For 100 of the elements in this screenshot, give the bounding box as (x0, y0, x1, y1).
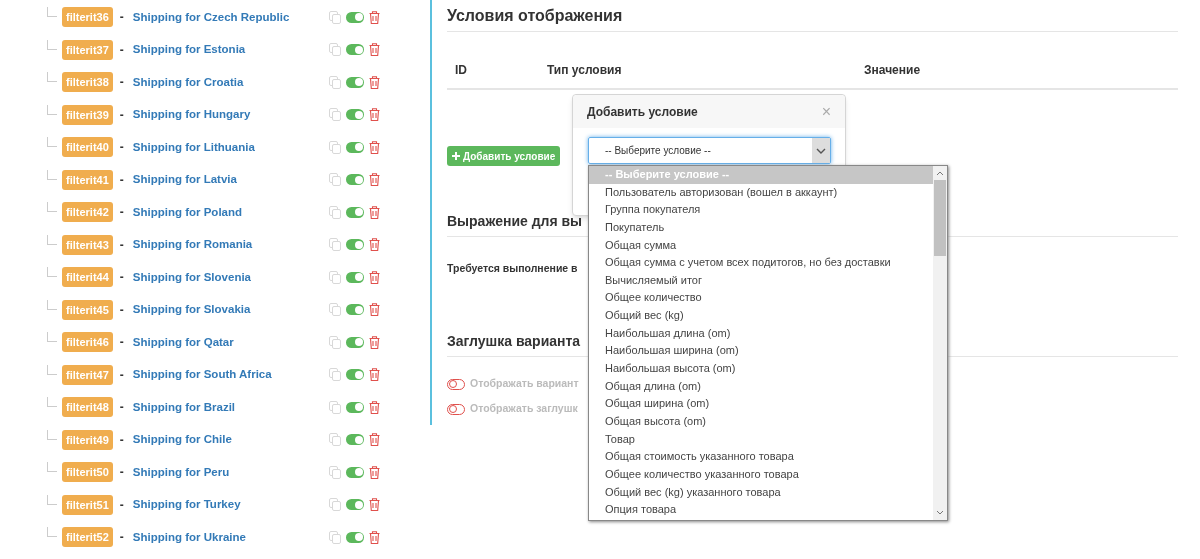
trash-icon[interactable] (368, 433, 380, 447)
toggle-switch[interactable] (345, 174, 364, 186)
copy-icon[interactable] (328, 43, 341, 57)
copy-icon[interactable] (328, 465, 341, 479)
copy-icon[interactable] (328, 75, 341, 89)
toggle-switch[interactable] (345, 401, 364, 413)
copy-icon[interactable] (328, 10, 341, 24)
toggle-switch[interactable] (345, 76, 364, 88)
filter-name-link[interactable]: Shipping for Peru (132, 463, 329, 481)
copy-icon[interactable] (328, 433, 341, 447)
copy-icon[interactable] (328, 498, 341, 512)
toggle-switch[interactable] (345, 434, 364, 446)
copy-icon[interactable] (328, 530, 341, 544)
copy-icon[interactable] (328, 368, 341, 382)
toggle-switch[interactable] (345, 239, 364, 251)
dash-text: - (119, 334, 124, 352)
dropdown-option[interactable]: Общий вес (kg) (589, 307, 933, 325)
dropdown-option[interactable]: Общая стоимость указанного товара (589, 448, 933, 466)
dash-text: - (119, 236, 124, 254)
trash-icon[interactable] (368, 368, 380, 382)
dropdown-option[interactable]: Общая сумма с учетом всех подитогов, но без доставки (589, 254, 933, 272)
filter-id-badge: filterit50 (62, 462, 113, 483)
filter-id-badge: filterit41 (62, 169, 113, 190)
trash-icon[interactable] (368, 400, 380, 414)
filter-name-link[interactable]: Shipping for Brazil (132, 398, 329, 416)
filter-name-link[interactable]: Shipping for Lithuania (132, 138, 329, 156)
copy-icon[interactable] (328, 335, 341, 349)
filter-name-link[interactable]: Shipping for Estonia (132, 41, 329, 59)
trash-icon[interactable] (368, 108, 380, 122)
toggle-switch[interactable] (447, 378, 465, 390)
toggle-switch[interactable] (345, 304, 364, 316)
copy-icon[interactable] (328, 303, 341, 317)
filter-name-link[interactable]: Shipping for Poland (132, 203, 329, 221)
toggle-switch[interactable] (345, 369, 364, 381)
dropdown-option[interactable]: Наибольшая длина (om) (589, 324, 933, 343)
trash-icon[interactable] (368, 43, 380, 57)
toggle-switch[interactable] (345, 531, 364, 543)
dropdown-option[interactable]: Покупатель (589, 218, 933, 237)
toggle-switch[interactable] (345, 141, 364, 153)
filter-name-link[interactable]: Shipping for Latvia (132, 171, 329, 189)
filter-name-link[interactable]: Shipping for Czech Republic (132, 8, 329, 26)
toggle-switch[interactable] (447, 403, 465, 415)
trash-icon[interactable] (368, 10, 380, 24)
dropdown-option[interactable]: Общее количество (589, 289, 933, 308)
trash-icon[interactable] (368, 270, 380, 284)
copy-icon[interactable] (328, 238, 341, 252)
copy-icon[interactable] (328, 270, 341, 284)
dropdown-option[interactable]: Общая высота (om) (589, 412, 933, 431)
toggle-switch[interactable] (345, 466, 364, 478)
toggle-switch[interactable] (345, 271, 364, 283)
trash-icon[interactable] (368, 335, 380, 349)
copy-icon[interactable] (328, 108, 341, 122)
filter-name-link[interactable]: Shipping for Turkey (132, 496, 329, 514)
dropdown-option[interactable]: Пользователь авторизован (вошел в аккаунт) (589, 183, 933, 202)
dropdown-option[interactable]: Наибольшая высота (om) (589, 360, 933, 378)
toggle-switch[interactable] (345, 11, 364, 23)
dropdown-option[interactable]: Вычисляемый итог (589, 271, 933, 290)
toggle-switch[interactable] (345, 336, 364, 348)
trash-icon[interactable] (368, 303, 380, 317)
toggle-switch[interactable] (345, 44, 364, 56)
filter-id-badge: filterit37 (62, 39, 113, 60)
filter-name-link[interactable]: Shipping for South Africa (132, 366, 329, 384)
option-label: Отображать заглушк (470, 401, 578, 417)
filter-name-link[interactable]: Shipping for Romania (132, 236, 329, 254)
filter-name-link[interactable]: Shipping for Slovakia (132, 301, 329, 319)
copy-icon[interactable] (328, 173, 341, 187)
dropdown-option[interactable]: Общий вес (kg) указанного товара (589, 483, 933, 502)
condition-select[interactable]: -- Выберите условие -- (588, 137, 831, 164)
scrollbar-thumb[interactable] (934, 180, 946, 256)
dropdown-option[interactable]: Общая длина (om) (589, 377, 933, 396)
filter-name-link[interactable]: Shipping for Hungary (132, 106, 329, 124)
copy-icon[interactable] (328, 205, 341, 219)
toggle-switch[interactable] (345, 206, 364, 218)
dropdown-option[interactable]: Опция товара (589, 501, 933, 519)
trash-icon[interactable] (368, 75, 380, 89)
trash-icon[interactable] (368, 498, 380, 512)
filter-name-link[interactable]: Shipping for Chile (132, 431, 329, 449)
requirement-text: Требуется выполнение в (447, 261, 578, 276)
trash-icon[interactable] (368, 173, 380, 187)
trash-icon[interactable] (368, 205, 380, 219)
trash-icon[interactable] (368, 530, 380, 544)
filter-name-link[interactable]: Shipping for Slovenia (132, 268, 329, 286)
toggle-switch[interactable] (345, 499, 364, 511)
dropdown-option[interactable]: Общая ширина (om) (589, 395, 933, 413)
dropdown-option[interactable]: Общее количество указанного товара (589, 465, 933, 484)
copy-icon[interactable] (328, 400, 341, 414)
dropdown-option[interactable]: Наибольшая ширина (om) (589, 342, 933, 361)
toggle-switch[interactable] (345, 109, 364, 121)
dropdown-option[interactable]: Товар (589, 430, 933, 449)
filter-name-link[interactable]: Shipping for Ukraine (132, 528, 329, 546)
scrollbar[interactable] (933, 166, 947, 520)
trash-icon[interactable] (368, 140, 380, 154)
dropdown-option[interactable]: Группа покупателя (589, 201, 933, 219)
trash-icon[interactable] (368, 465, 380, 479)
section-title: Условия отображения (447, 6, 1178, 32)
trash-icon[interactable] (368, 238, 380, 252)
filter-name-link[interactable]: Shipping for Qatar (132, 333, 329, 351)
dropdown-option[interactable]: Общая сумма (589, 236, 933, 255)
copy-icon[interactable] (328, 140, 341, 154)
filter-name-link[interactable]: Shipping for Croatia (132, 73, 329, 91)
